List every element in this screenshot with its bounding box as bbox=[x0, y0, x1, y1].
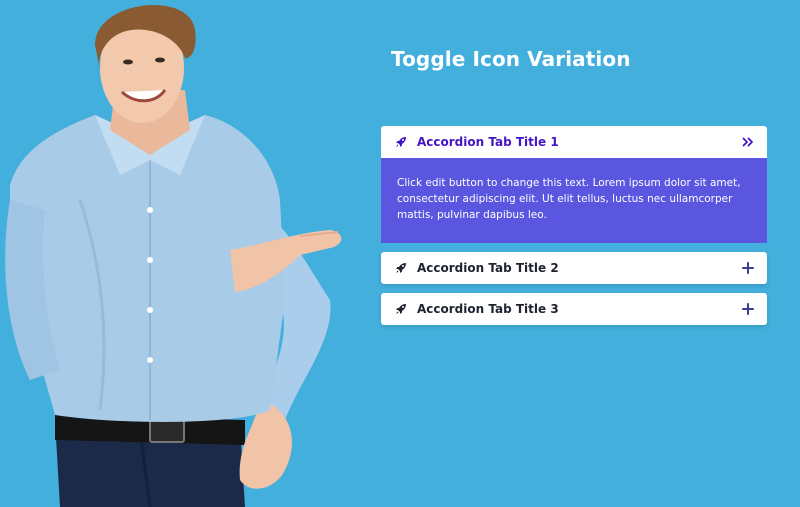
accordion-tab-3-title: Accordion Tab Title 3 bbox=[417, 302, 559, 316]
accordion-tab-2-title: Accordion Tab Title 2 bbox=[417, 261, 559, 275]
rocket-icon bbox=[395, 262, 407, 274]
accordion-item-3: Accordion Tab Title 3 bbox=[381, 293, 767, 325]
accordion-tab-1-content: Click edit button to change this text. L… bbox=[381, 157, 767, 243]
rocket-icon bbox=[395, 303, 407, 315]
plus-icon[interactable] bbox=[741, 261, 755, 275]
accordion-item-1: Accordion Tab Title 1 Click edit button … bbox=[381, 126, 767, 243]
hero-person-image bbox=[5, 4, 342, 507]
rocket-icon bbox=[395, 136, 407, 148]
plus-icon[interactable] bbox=[741, 302, 755, 316]
accordion-tab-3-header[interactable]: Accordion Tab Title 3 bbox=[381, 293, 767, 325]
double-chevron-right-icon[interactable] bbox=[741, 135, 755, 149]
accordion: Accordion Tab Title 1 Click edit button … bbox=[381, 126, 767, 334]
accordion-tab-1-title: Accordion Tab Title 1 bbox=[417, 135, 559, 149]
accordion-item-2: Accordion Tab Title 2 bbox=[381, 252, 767, 284]
accordion-tab-2-header[interactable]: Accordion Tab Title 2 bbox=[381, 252, 767, 284]
accordion-tab-1-header[interactable]: Accordion Tab Title 1 bbox=[381, 126, 767, 158]
section-title: Toggle Icon Variation bbox=[391, 47, 631, 71]
